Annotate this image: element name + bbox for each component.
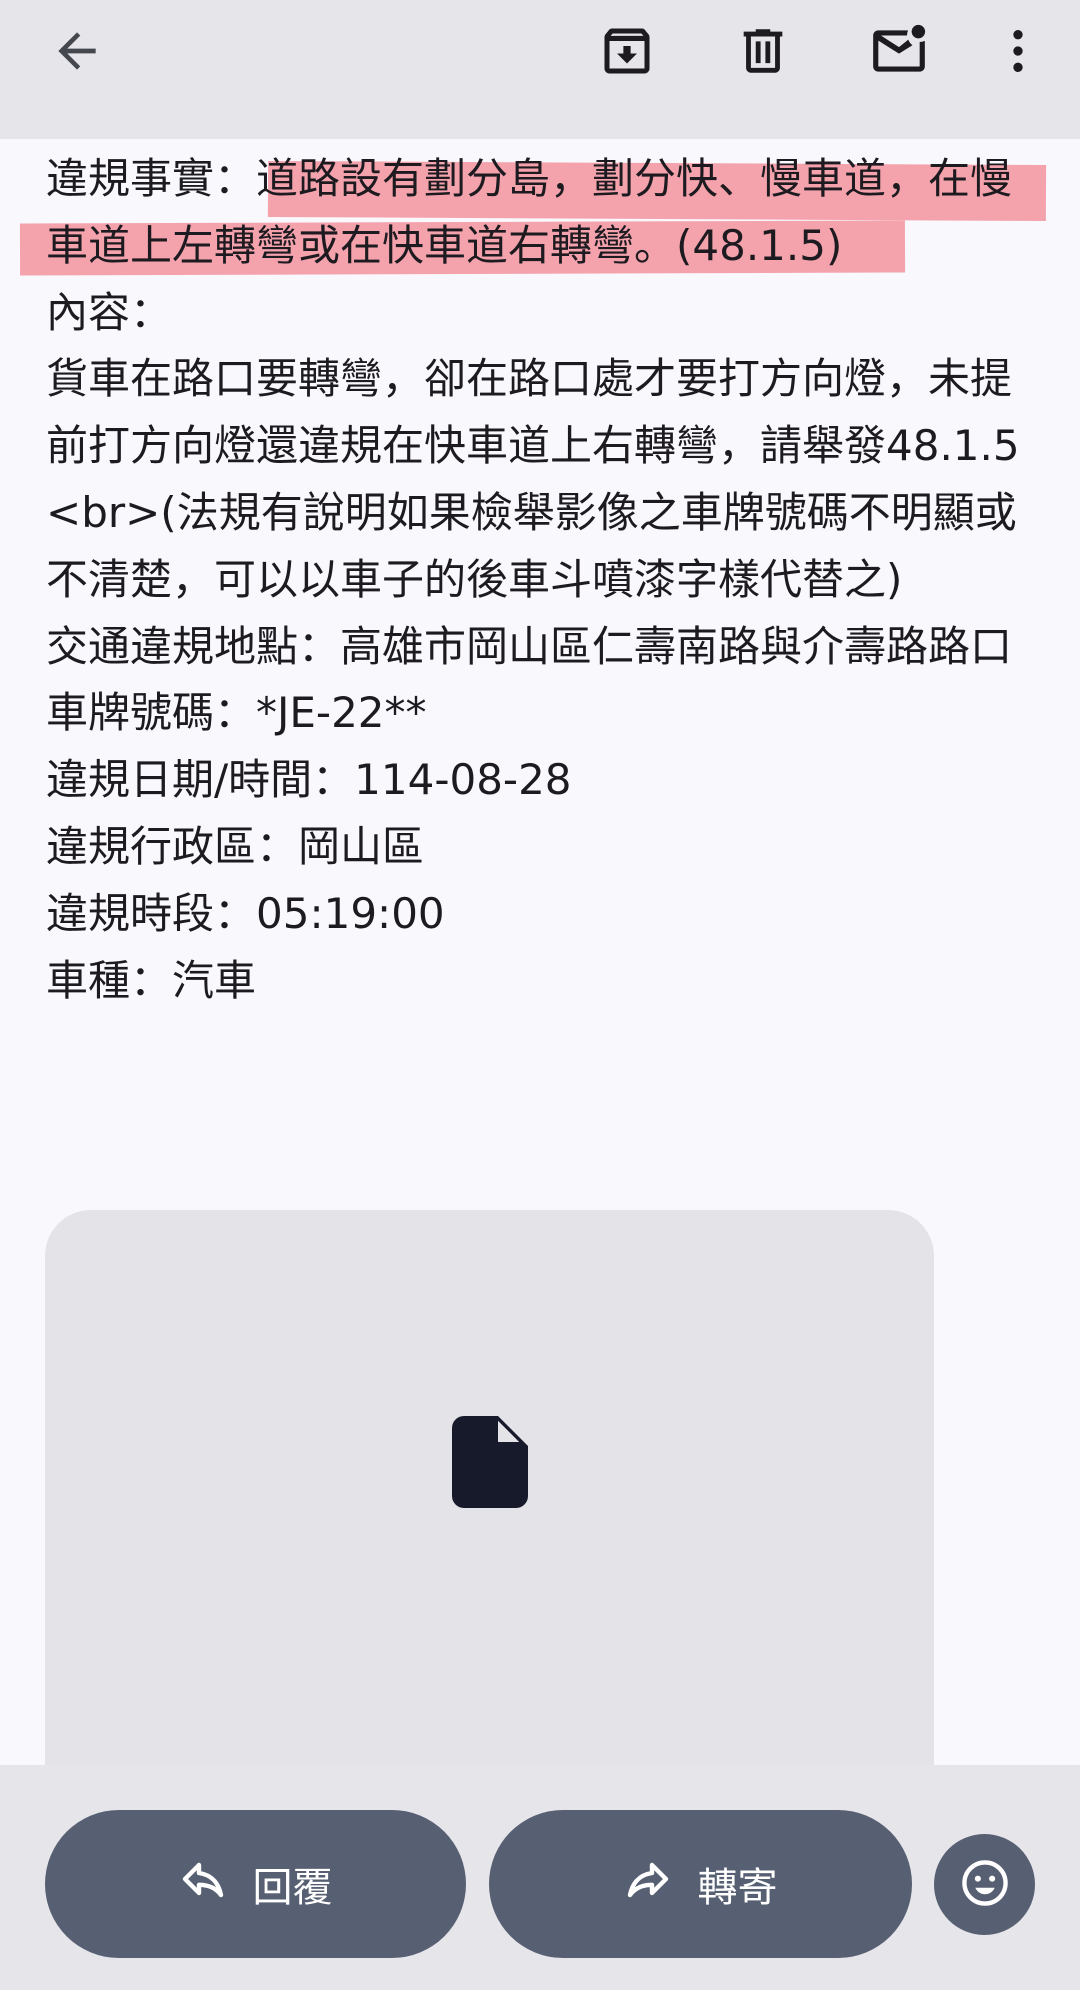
content-label: 內容： xyxy=(46,287,173,337)
trash-icon[interactable] xyxy=(730,18,796,84)
license-plate: 車牌號碼：*JE-22** xyxy=(46,688,427,738)
email-body: 違規事實：道路設有劃分島，劃分快、慢車道，在慢車道上左轉彎或在快車道右轉彎。(4… xyxy=(46,146,1036,1014)
archive-icon[interactable] xyxy=(594,18,660,84)
emoji-reaction-button[interactable] xyxy=(934,1834,1035,1935)
forward-button[interactable]: 轉寄 xyxy=(489,1810,912,1958)
mail-unread-icon[interactable] xyxy=(866,18,932,84)
forward-label: 轉寄 xyxy=(697,1865,778,1911)
vehicle-type: 車種：汽車 xyxy=(46,955,257,1005)
reply-label: 回覆 xyxy=(252,1865,333,1911)
violation-time: 違規時段：05:19:00 xyxy=(46,888,445,938)
violation-district: 違規行政區：岡山區 xyxy=(46,821,425,871)
top-app-bar xyxy=(0,0,1080,139)
violation-date: 違規日期/時間：114-08-28 xyxy=(46,755,572,805)
reply-icon xyxy=(179,1855,227,1913)
more-vert-icon[interactable] xyxy=(985,18,1051,84)
arrow-back-icon[interactable] xyxy=(44,18,110,84)
file-icon xyxy=(452,1416,528,1512)
violation-fact: 違規事實：道路設有劃分島，劃分快、慢車道，在慢車道上左轉彎或在快車道右轉彎。(4… xyxy=(46,154,1013,270)
emoji-icon xyxy=(959,1857,1011,1913)
forward-icon xyxy=(624,1855,672,1913)
reply-button[interactable]: 回覆 xyxy=(45,1810,466,1958)
content-text: 貨車在路口要轉彎，卻在路口處才要打方向燈，未提前打方向燈還違規在快車道上右轉彎，… xyxy=(46,354,1020,604)
violation-location: 交通違規地點：高雄市岡山區仁壽南路與介壽路路口 xyxy=(46,621,1013,671)
